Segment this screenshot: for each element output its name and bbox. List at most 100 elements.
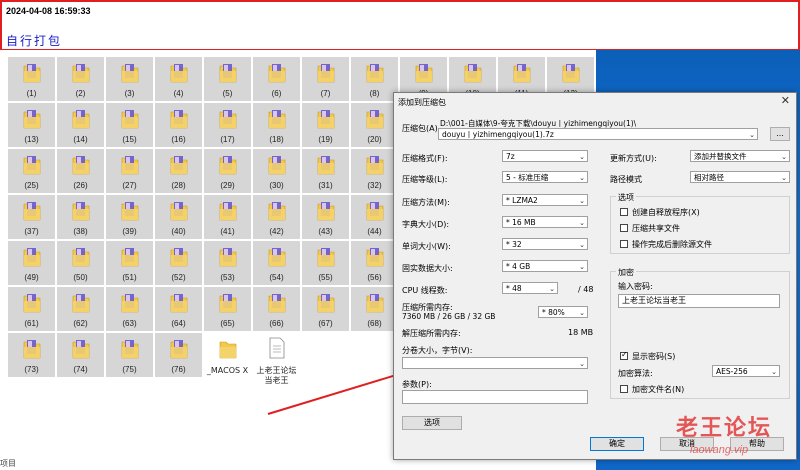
folder-item[interactable]: (65)	[204, 287, 251, 331]
update-select[interactable]: 添加并替换文件 ⌄	[690, 150, 790, 162]
dict-select[interactable]: * 16 MB ⌄	[502, 216, 588, 228]
folder-item[interactable]: (73)	[8, 333, 55, 377]
folder-item[interactable]: (29)	[204, 149, 251, 193]
folder-item[interactable]: (39)	[106, 195, 153, 239]
folder-item[interactable]: (2)	[57, 57, 104, 101]
folder-icon	[219, 341, 237, 359]
folder-icon	[23, 110, 41, 129]
folder-item[interactable]: (68)	[351, 287, 398, 331]
folder-item[interactable]: (3)	[106, 57, 153, 101]
show-password-label: 显示密码(S)	[632, 352, 676, 361]
folder-label: (76)	[171, 365, 186, 374]
folder-item[interactable]: (61)	[8, 287, 55, 331]
folder-item[interactable]: (28)	[155, 149, 202, 193]
folder-item[interactable]: (27)	[106, 149, 153, 193]
folder-item[interactable]: (40)	[155, 195, 202, 239]
chevron-down-icon: ⌄	[579, 263, 585, 271]
folder-item[interactable]: (5)	[204, 57, 251, 101]
folder-label: (29)	[220, 181, 235, 190]
level-label: 压缩等级(L):	[402, 175, 448, 184]
word-select[interactable]: * 32 ⌄	[502, 238, 588, 250]
folder-item[interactable]: (56)	[351, 241, 398, 285]
folder-item[interactable]: (43)	[302, 195, 349, 239]
folder-item[interactable]: (44)	[351, 195, 398, 239]
shared-checkbox[interactable]	[620, 224, 628, 232]
folder-item[interactable]: (13)	[8, 103, 55, 147]
word-select-value: * 32	[506, 240, 522, 249]
level-select[interactable]: 5 - 标准压缩 ⌄	[502, 171, 588, 183]
folder-item[interactable]: (26)	[57, 149, 104, 193]
folder-item[interactable]: (67)	[302, 287, 349, 331]
folder-item[interactable]: (76)	[155, 333, 202, 377]
folder-item[interactable]: (74)	[57, 333, 104, 377]
folder-item[interactable]: (15)	[106, 103, 153, 147]
folder-item[interactable]: (25)	[8, 149, 55, 193]
params-input[interactable]	[402, 390, 588, 404]
folder-icon	[23, 248, 41, 267]
show-password-checkbox[interactable]	[620, 350, 628, 360]
folder-item[interactable]: (53)	[204, 241, 251, 285]
folder-icon	[464, 64, 482, 83]
folder-label: (16)	[171, 135, 186, 144]
browse-button[interactable]: ...	[770, 127, 790, 141]
folder-item[interactable]: (1)	[8, 57, 55, 101]
mem-pct-select[interactable]: * 80% ⌄	[538, 306, 588, 318]
folder-item[interactable]: (17)	[204, 103, 251, 147]
sfx-checkbox[interactable]	[620, 208, 628, 216]
folder-item[interactable]: (52)	[155, 241, 202, 285]
options-button[interactable]: 选项	[402, 416, 462, 430]
ok-button[interactable]: 确定	[590, 437, 644, 451]
delete-checkbox[interactable]	[620, 240, 628, 248]
solid-select[interactable]: * 4 GB ⌄	[502, 260, 588, 272]
folder-label: (40)	[171, 227, 186, 236]
folder-label: (67)	[318, 319, 333, 328]
folder-label: (61)	[24, 319, 39, 328]
folder-item[interactable]: (14)	[57, 103, 104, 147]
folder-item[interactable]: (49)	[8, 241, 55, 285]
method-select[interactable]: * LZMA2 ⌄	[502, 194, 588, 206]
folder-item[interactable]: (18)	[253, 103, 300, 147]
folder-item[interactable]: (31)	[302, 149, 349, 193]
folder-item[interactable]: (37)	[8, 195, 55, 239]
folder-item[interactable]: (20)	[351, 103, 398, 147]
sfx-label: 创建自释放程序(X)	[632, 208, 700, 217]
folder-item[interactable]: (8)	[351, 57, 398, 101]
folder-item[interactable]: (75)	[106, 333, 153, 377]
archive-name-input[interactable]: douyu丨yizhimengqiyou(1).7z ⌄	[438, 128, 758, 140]
enc-method-select[interactable]: AES-256 ⌄	[712, 365, 780, 377]
folder-item[interactable]: (63)	[106, 287, 153, 331]
folder-item[interactable]: (54)	[253, 241, 300, 285]
folder-item[interactable]: (51)	[106, 241, 153, 285]
folder-item[interactable]: (30)	[253, 149, 300, 193]
password-input[interactable]: 上老王论坛当老王	[618, 294, 780, 308]
chevron-down-icon: ⌄	[579, 219, 585, 227]
close-icon[interactable]: ✕	[781, 94, 790, 107]
folder-item[interactable]: (50)	[57, 241, 104, 285]
folder-item[interactable]: (38)	[57, 195, 104, 239]
folder-item[interactable]: (42)	[253, 195, 300, 239]
folder-item[interactable]: (6)	[253, 57, 300, 101]
folder-label: (39)	[122, 227, 137, 236]
cpu-select[interactable]: * 48 ⌄	[502, 282, 558, 294]
encrypt-names-checkbox[interactable]	[620, 385, 628, 393]
folder-item[interactable]: (66)	[253, 287, 300, 331]
cpu-label: CPU 线程数:	[402, 286, 448, 295]
folder-item[interactable]: (7)	[302, 57, 349, 101]
folder-item[interactable]: (4)	[155, 57, 202, 101]
folder-item[interactable]: (19)	[302, 103, 349, 147]
folder-item[interactable]: (32)	[351, 149, 398, 193]
folder-icon	[366, 64, 384, 83]
file-item[interactable]: _MACOS X	[204, 333, 251, 377]
folder-item[interactable]: (64)	[155, 287, 202, 331]
path-select[interactable]: 相对路径 ⌄	[690, 171, 790, 183]
split-select[interactable]: ⌄	[402, 357, 588, 369]
folder-label: (18)	[269, 135, 284, 144]
folder-icon	[170, 202, 188, 221]
folder-item[interactable]: (41)	[204, 195, 251, 239]
format-select[interactable]: 7z ⌄	[502, 150, 588, 162]
file-label: 上老王论坛当老王	[256, 366, 297, 385]
folder-item[interactable]: (55)	[302, 241, 349, 285]
folder-item[interactable]: (16)	[155, 103, 202, 147]
file-item[interactable]: 上老王论坛当老王	[253, 333, 300, 385]
folder-item[interactable]: (62)	[57, 287, 104, 331]
